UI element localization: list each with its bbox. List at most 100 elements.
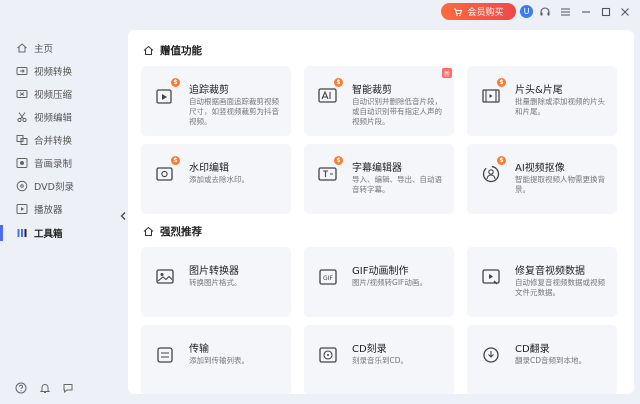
card-description: 刻录音乐到CD。 xyxy=(352,356,409,365)
sidebar-item-label: 视频压缩 xyxy=(34,90,73,101)
premium-badge: $ xyxy=(497,156,506,165)
watermark-icon xyxy=(153,162,177,186)
card-title: CD翻录 xyxy=(515,344,550,355)
card-title: 字幕编辑器 xyxy=(352,163,402,174)
toolbox-panel: 赠值功能 $ 追踪裁剪 自动根据画面追踪裁剪视频尺寸，如竖视频裁剪为抖音视频。 … xyxy=(128,30,634,394)
card-title: CD刻录 xyxy=(352,344,387,355)
maximize-icon[interactable] xyxy=(598,4,614,20)
title-bar: 会员购买 U xyxy=(0,0,640,26)
section-header-bonus: 赠值功能 xyxy=(142,43,202,58)
card-description: 添加或去除水印。 xyxy=(189,175,249,184)
card-title: 片头&片尾 xyxy=(515,85,563,96)
headset-icon[interactable] xyxy=(537,4,553,20)
card-title: 水印编辑 xyxy=(189,163,229,174)
ai-scissors-icon xyxy=(316,84,340,108)
new-tag: 新 xyxy=(442,68,452,78)
close-icon[interactable] xyxy=(617,4,633,20)
sidebar-item-label: 音画录制 xyxy=(34,159,73,170)
bell-icon[interactable] xyxy=(37,380,53,396)
video-compress-icon xyxy=(15,88,28,101)
scissors-icon xyxy=(15,111,28,124)
sidebar-item-label: 合并转换 xyxy=(34,136,73,147)
premium-badge: $ xyxy=(334,78,343,87)
card-tracking-crop[interactable]: $ 追踪裁剪 自动根据画面追踪裁剪视频尺寸，如竖视频裁剪为抖音视频。 xyxy=(141,66,291,136)
card-intro-outro[interactable]: $ 片头&片尾 批量删除或添加视频的片头和片尾。 xyxy=(467,66,617,136)
section-title: 赠值功能 xyxy=(160,45,202,57)
section-title: 强烈推荐 xyxy=(160,226,202,238)
sidebar-item-video-convert[interactable]: 视频转换 xyxy=(0,61,118,81)
video-convert-icon xyxy=(15,65,28,78)
card-description: 翻录CD音频到本地。 xyxy=(515,356,587,365)
vip-purchase-label: 会员购买 xyxy=(467,8,504,18)
card-description: 自动修复音视频数据或视频文件元数据。 xyxy=(515,278,605,297)
card-title: 智能裁剪 xyxy=(352,85,392,96)
card-smart-crop[interactable]: $ 新 智能裁剪 自动识别并删除低音片段，或自动识别带有指定人声的视频片段。 xyxy=(304,66,454,136)
card-description: 导入、编辑、导出、自动语音转字幕。 xyxy=(352,175,442,194)
video-repair-icon xyxy=(479,265,503,289)
card-transfer[interactable]: 传输 添加到传输列表。 xyxy=(141,325,291,394)
card-description: 添加到传输列表。 xyxy=(189,356,249,365)
sidebar: 主页 视频转换 视频压缩 视频编辑 合并转换 音画录制 DVD刻录 播放器 工具… xyxy=(0,30,118,404)
section-header-recommend: 强烈推荐 xyxy=(142,224,202,239)
collapse-sidebar-icon[interactable] xyxy=(119,208,127,224)
card-description: 自动识别并删除低音片段，或自动识别带有指定人声的视频片段。 xyxy=(352,97,442,126)
play-icon xyxy=(15,203,28,216)
card-title: 传输 xyxy=(189,344,209,355)
minimize-icon[interactable] xyxy=(578,4,594,20)
record-icon xyxy=(15,157,28,170)
sidebar-item-merge[interactable]: 合并转换 xyxy=(0,130,118,150)
cart-icon xyxy=(453,7,463,17)
card-title: AI视频抠像 xyxy=(515,163,565,174)
card-video-repair[interactable]: 修复音视频数据 自动修复音视频数据或视频文件元数据。 xyxy=(467,247,617,317)
card-title: GIF动画制作 xyxy=(352,266,409,277)
transfer-icon xyxy=(153,343,177,367)
card-cd-burn[interactable]: CD刻录 刻录音乐到CD。 xyxy=(304,325,454,394)
premium-badge: $ xyxy=(497,78,506,87)
user-avatar[interactable]: U xyxy=(520,5,533,18)
sidebar-item-video-edit[interactable]: 视频编辑 xyxy=(0,107,118,127)
card-ai-cutout[interactable]: $ AI视频抠像 智能提取视频人物需更换背景。 xyxy=(467,144,617,214)
card-description: 批量删除或添加视频的片头和片尾。 xyxy=(515,97,605,116)
vip-purchase-button[interactable]: 会员购买 xyxy=(441,3,516,20)
menu-icon[interactable] xyxy=(557,4,573,20)
merge-icon xyxy=(15,134,28,147)
card-gif-maker[interactable]: GIF GIF动画制作 图片/视频转GIF动画。 xyxy=(304,247,454,317)
home-icon xyxy=(15,42,28,55)
card-subtitle-editor[interactable]: $ 字幕编辑器 导入、编辑、导出、自动语音转字幕。 xyxy=(304,144,454,214)
sidebar-item-label: 主页 xyxy=(34,44,54,55)
card-watermark[interactable]: $ 水印编辑 添加或去除水印。 xyxy=(141,144,291,214)
image-icon xyxy=(153,265,177,289)
sidebar-item-label: 视频转换 xyxy=(34,67,73,78)
crop-track-icon xyxy=(153,84,177,108)
premium-badge: $ xyxy=(334,156,343,165)
card-image-converter[interactable]: 图片转换器 转换图片格式。 xyxy=(141,247,291,317)
sidebar-item-record[interactable]: 音画录制 xyxy=(0,153,118,173)
sidebar-item-dvd[interactable]: DVD刻录 xyxy=(0,176,118,196)
card-title: 追踪裁剪 xyxy=(189,85,229,96)
home-icon xyxy=(142,45,154,57)
sidebar-item-label: 工具箱 xyxy=(34,229,63,240)
sidebar-item-label: 播放器 xyxy=(34,205,63,216)
cd-rip-icon xyxy=(479,343,503,367)
card-description: 转换图片格式。 xyxy=(189,278,242,287)
sidebar-item-toolbox[interactable]: 工具箱 xyxy=(0,223,118,243)
sidebar-item-home[interactable]: 主页 xyxy=(0,38,118,58)
cd-burn-icon xyxy=(316,343,340,367)
sidebar-item-video-compress[interactable]: 视频压缩 xyxy=(0,84,118,104)
subtitle-icon xyxy=(316,162,340,186)
dvd-icon xyxy=(15,180,28,193)
help-icon[interactable] xyxy=(13,380,29,396)
card-description: 自动根据画面追踪裁剪视频尺寸，如竖视频裁剪为抖音视频。 xyxy=(189,97,279,126)
sidebar-item-player[interactable]: 播放器 xyxy=(0,199,118,219)
premium-badge: $ xyxy=(171,78,180,87)
card-description: 图片/视频转GIF动画。 xyxy=(352,278,427,287)
feedback-icon[interactable] xyxy=(60,380,76,396)
card-description: 智能提取视频人物需更换背景。 xyxy=(515,175,605,194)
film-icon xyxy=(479,84,503,108)
svg-text:GIF: GIF xyxy=(323,275,333,282)
sidebar-item-label: DVD刻录 xyxy=(34,182,74,193)
card-cd-rip[interactable]: CD翻录 翻录CD音频到本地。 xyxy=(467,325,617,394)
gif-icon: GIF xyxy=(316,265,340,289)
card-title: 修复音视频数据 xyxy=(515,266,585,277)
ai-person-icon xyxy=(479,162,503,186)
